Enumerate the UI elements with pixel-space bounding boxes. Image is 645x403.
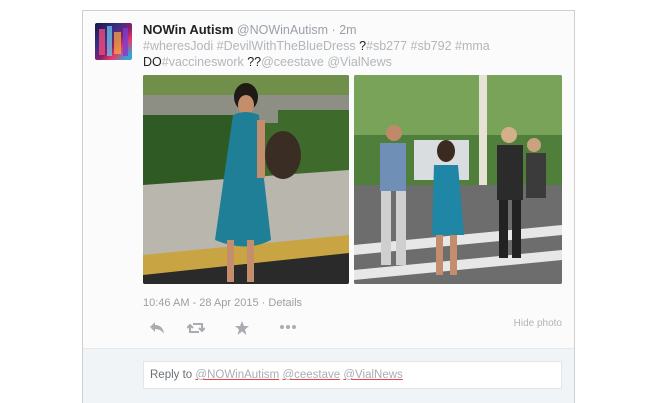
photo-crosswalk-group[interactable] [354,75,562,284]
header-separator: · [331,23,336,37]
meta-separator: · [261,297,266,309]
reply-mention: @VialNews [343,369,403,381]
hashtag-link[interactable]: #DevilWithTheBlueDress [217,39,359,53]
hashtag-link[interactable]: #sb277 [366,39,410,53]
star-icon[interactable] [235,321,249,338]
tweet-text-fragment: DO [143,55,162,69]
tweet-header: NOWin Autism @NOWinAutism · 2m [143,21,563,39]
details-link[interactable]: Details [268,297,302,309]
tweet-timestamp[interactable]: 10:46 AM - 28 Apr 2015 [143,297,259,309]
reply-input[interactable]: Reply to @NOWinAutism @ceestave @VialNew… [143,361,562,389]
reply-mention: @ceestave [282,369,341,381]
hide-photo-link[interactable]: Hide photo [514,318,562,329]
media-grid [143,75,562,284]
display-name[interactable]: NOWin Autism [143,22,233,37]
tweet-card: NOWin Autism @NOWinAutism · 2m #wheresJo… [82,10,575,403]
tweet-meta: 10:46 AM - 28 Apr 2015 · Details [143,297,302,309]
photo-woman-blue-dress-street[interactable] [143,75,349,284]
hashtag-link[interactable]: #vaccineswork [162,55,247,69]
reply-mention: @NOWinAutism [195,369,280,381]
hashtag-link[interactable]: @ceestave [261,55,327,69]
avatar-image [99,26,128,56]
hashtag-link[interactable]: #mma [455,39,490,53]
reply-prefix: Reply to [150,369,193,381]
retweet-icon[interactable] [186,321,206,338]
avatar[interactable] [95,23,132,60]
tweet-actions [143,321,563,339]
user-handle[interactable]: @NOWinAutism [237,23,328,37]
hashtag-link[interactable]: @VialNews [327,55,392,69]
hashtag-link[interactable]: #wheresJodi [143,39,217,53]
reply-icon[interactable] [149,321,165,338]
tweet-text-fragment: ? [359,39,367,53]
more-icon[interactable] [279,319,297,336]
reply-area: Reply to @NOWinAutism @ceestave @VialNew… [83,348,574,403]
tweet-text: #wheresJodi #DevilWithTheBlueDress ?#sb2… [143,38,563,70]
tweet-text-fragment: ?? [247,55,262,69]
hashtag-link[interactable]: #sb792 [411,39,455,53]
tweet-age[interactable]: 2m [339,23,356,37]
